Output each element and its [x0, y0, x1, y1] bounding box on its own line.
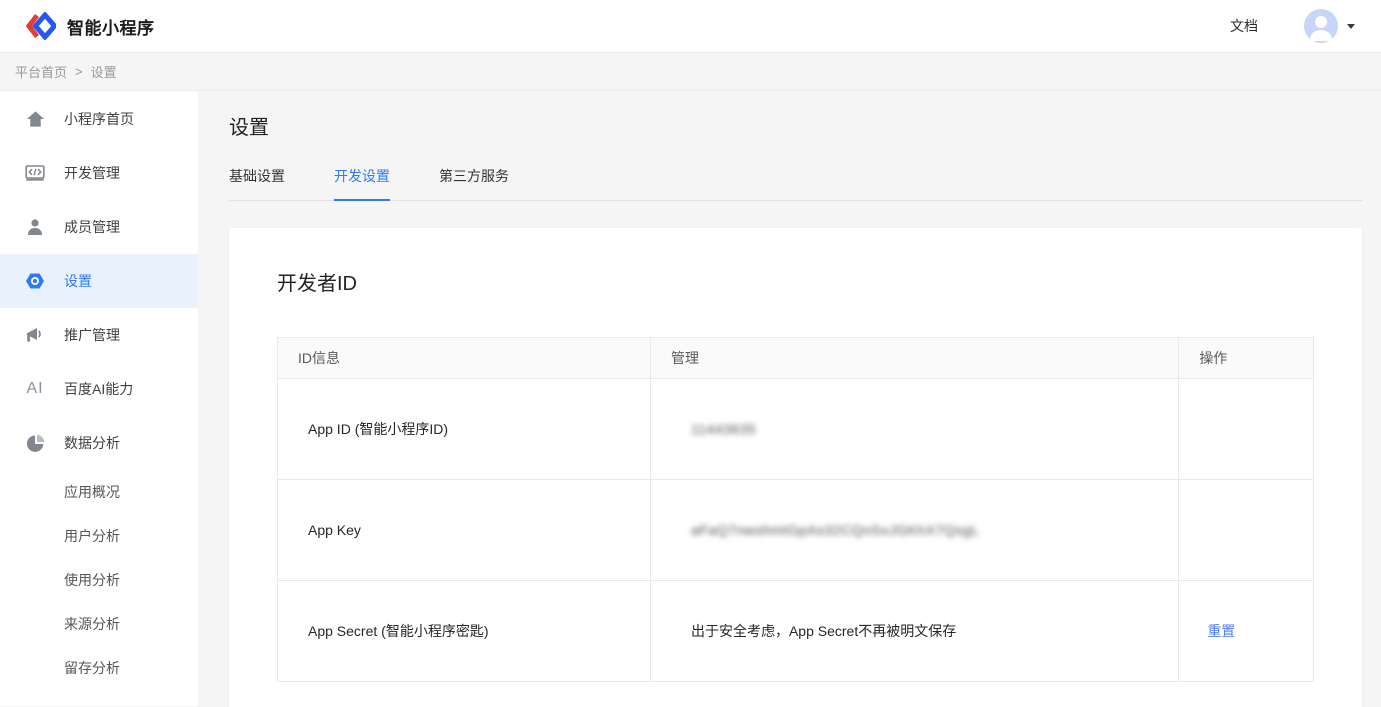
sidebar-subitem-usage-analysis[interactable]: 使用分析: [0, 558, 198, 602]
app-key-label: App Key: [278, 480, 651, 581]
sidebar-item-label: 设置: [64, 271, 92, 291]
card-heading: 开发者ID: [229, 228, 1362, 296]
sidebar-subitem-label: 用户分析: [64, 526, 120, 546]
sidebar-item-home[interactable]: 小程序首页: [0, 92, 198, 146]
sidebar-subitem-retention-analysis[interactable]: 留存分析: [0, 646, 198, 690]
app-key-action-cell: [1179, 480, 1314, 581]
docs-link[interactable]: 文档: [1230, 16, 1258, 36]
brand-title: 智能小程序: [67, 14, 155, 39]
code-icon: [25, 163, 45, 183]
sidebar: 小程序首页 开发管理 成员管理: [0, 91, 198, 706]
member-icon: [25, 217, 45, 237]
sidebar-item-settings[interactable]: 设置: [0, 254, 198, 308]
breadcrumb-home[interactable]: 平台首页: [15, 62, 67, 81]
sidebar-subitem-app-overview[interactable]: 应用概况: [0, 470, 198, 514]
breadcrumb-current: 设置: [91, 62, 117, 81]
sidebar-subitem-label: 来源分析: [64, 614, 120, 634]
developer-id-card: 开发者ID ID信息 管理 操作 App ID (智能小程序ID) 114436…: [229, 228, 1362, 707]
megaphone-icon: [25, 325, 45, 345]
sidebar-subitem-label: 应用概况: [64, 482, 120, 502]
column-header-manage: 管理: [650, 338, 1178, 379]
sidebar-item-label: 百度AI能力: [64, 379, 133, 399]
table-row-app-key: App Key aFaQ7nwshmtGpAs32CQnSxJGKhX7QsgL: [278, 480, 1314, 581]
developer-id-table: ID信息 管理 操作 App ID (智能小程序ID) 11443635 App…: [277, 337, 1314, 682]
sidebar-item-analytics[interactable]: 数据分析: [0, 416, 198, 470]
app-id-action-cell: [1179, 379, 1314, 480]
brand-logo-icon: [26, 12, 56, 40]
tab-basic-settings[interactable]: 基础设置: [229, 166, 285, 201]
app-id-label: App ID (智能小程序ID): [278, 379, 651, 480]
app-secret-label: App Secret (智能小程序密匙): [278, 581, 651, 682]
column-header-action: 操作: [1179, 338, 1314, 379]
column-header-id-info: ID信息: [278, 338, 651, 379]
avatar[interactable]: [1304, 9, 1338, 43]
table-row-app-id: App ID (智能小程序ID) 11443635: [278, 379, 1314, 480]
sidebar-subitem-user-analysis[interactable]: 用户分析: [0, 514, 198, 558]
app-id-value: 11443635: [691, 421, 756, 437]
pie-chart-icon: [25, 433, 45, 453]
sidebar-item-label: 推广管理: [64, 325, 120, 345]
sidebar-item-members[interactable]: 成员管理: [0, 200, 198, 254]
breadcrumb-separator: >: [75, 64, 83, 79]
brand[interactable]: 智能小程序: [26, 12, 155, 40]
sidebar-item-promotion[interactable]: 推广管理: [0, 308, 198, 362]
tab-dev-settings[interactable]: 开发设置: [334, 166, 390, 201]
page-title: 设置: [229, 111, 1362, 140]
sidebar-item-label: 数据分析: [64, 433, 120, 453]
sidebar-subitem-source-analysis[interactable]: 来源分析: [0, 602, 198, 646]
ai-icon: AI: [25, 379, 45, 399]
settings-tabs: 基础设置 开发设置 第三方服务: [229, 166, 1362, 201]
settings-icon: [25, 271, 45, 291]
table-row-app-secret: App Secret (智能小程序密匙) 出于安全考虑，App Secret不再…: [278, 581, 1314, 682]
sidebar-item-dev[interactable]: 开发管理: [0, 146, 198, 200]
home-icon: [25, 109, 45, 129]
sidebar-item-label: 成员管理: [64, 217, 120, 237]
sidebar-item-ai[interactable]: AI 百度AI能力: [0, 362, 198, 416]
app-key-value: aFaQ7nwshmtGpAs32CQnSxJGKhX7QsgL: [691, 522, 979, 538]
sidebar-item-label: 开发管理: [64, 163, 120, 183]
breadcrumb: 平台首页 > 设置: [0, 53, 1381, 91]
tab-third-party[interactable]: 第三方服务: [439, 166, 509, 201]
avatar-caret-icon[interactable]: [1347, 24, 1355, 29]
top-header: 智能小程序 文档: [0, 0, 1381, 53]
sidebar-subitem-label: 使用分析: [64, 570, 120, 590]
table-header-row: ID信息 管理 操作: [278, 338, 1314, 379]
reset-secret-link[interactable]: 重置: [1207, 623, 1235, 639]
sidebar-subitem-label: 留存分析: [64, 658, 120, 678]
sidebar-item-label: 小程序首页: [64, 109, 134, 129]
app-secret-note: 出于安全考虑，App Secret不再被明文保存: [650, 581, 1178, 682]
main-content: 设置 基础设置 开发设置 第三方服务 开发者ID ID信息 管理 操作: [198, 91, 1381, 706]
